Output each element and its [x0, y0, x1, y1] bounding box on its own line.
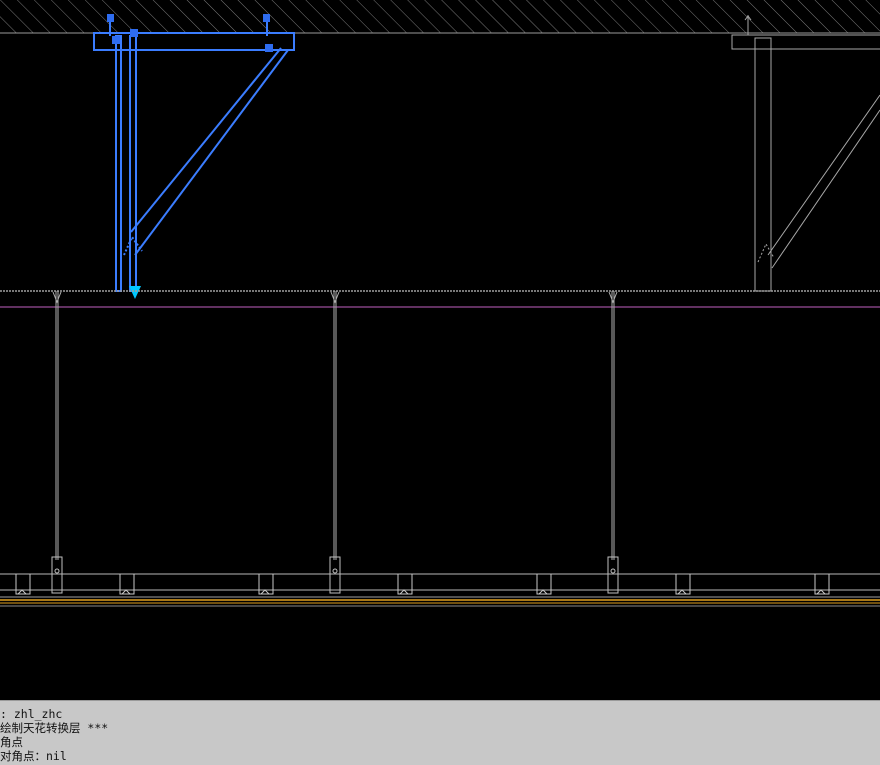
main-channel: [0, 290, 880, 308]
command-prompt-line[interactable]: 对角点：nil: [0, 749, 67, 763]
command-history-line: 绘制天花转换层 ***: [0, 721, 109, 735]
insertion-arrow-icon[interactable]: [129, 286, 141, 299]
command-history-line: : zhl_zhc: [0, 707, 63, 721]
command-history-line: 角点: [0, 735, 23, 749]
finish-board: [0, 596, 880, 607]
left-bracket-selected[interactable]: [93, 18, 295, 292]
keel-clips: [15, 574, 830, 595]
hanger-clips: [51, 556, 619, 594]
hanger-rods: [52, 291, 618, 560]
keel-profile: [0, 573, 880, 591]
right-bracket[interactable]: [731, 15, 880, 292]
drawing-canvas[interactable]: [0, 0, 880, 700]
command-line[interactable]: : zhl_zhc 绘制天花转换层 *** 角点 对角点：nil: [0, 700, 880, 765]
